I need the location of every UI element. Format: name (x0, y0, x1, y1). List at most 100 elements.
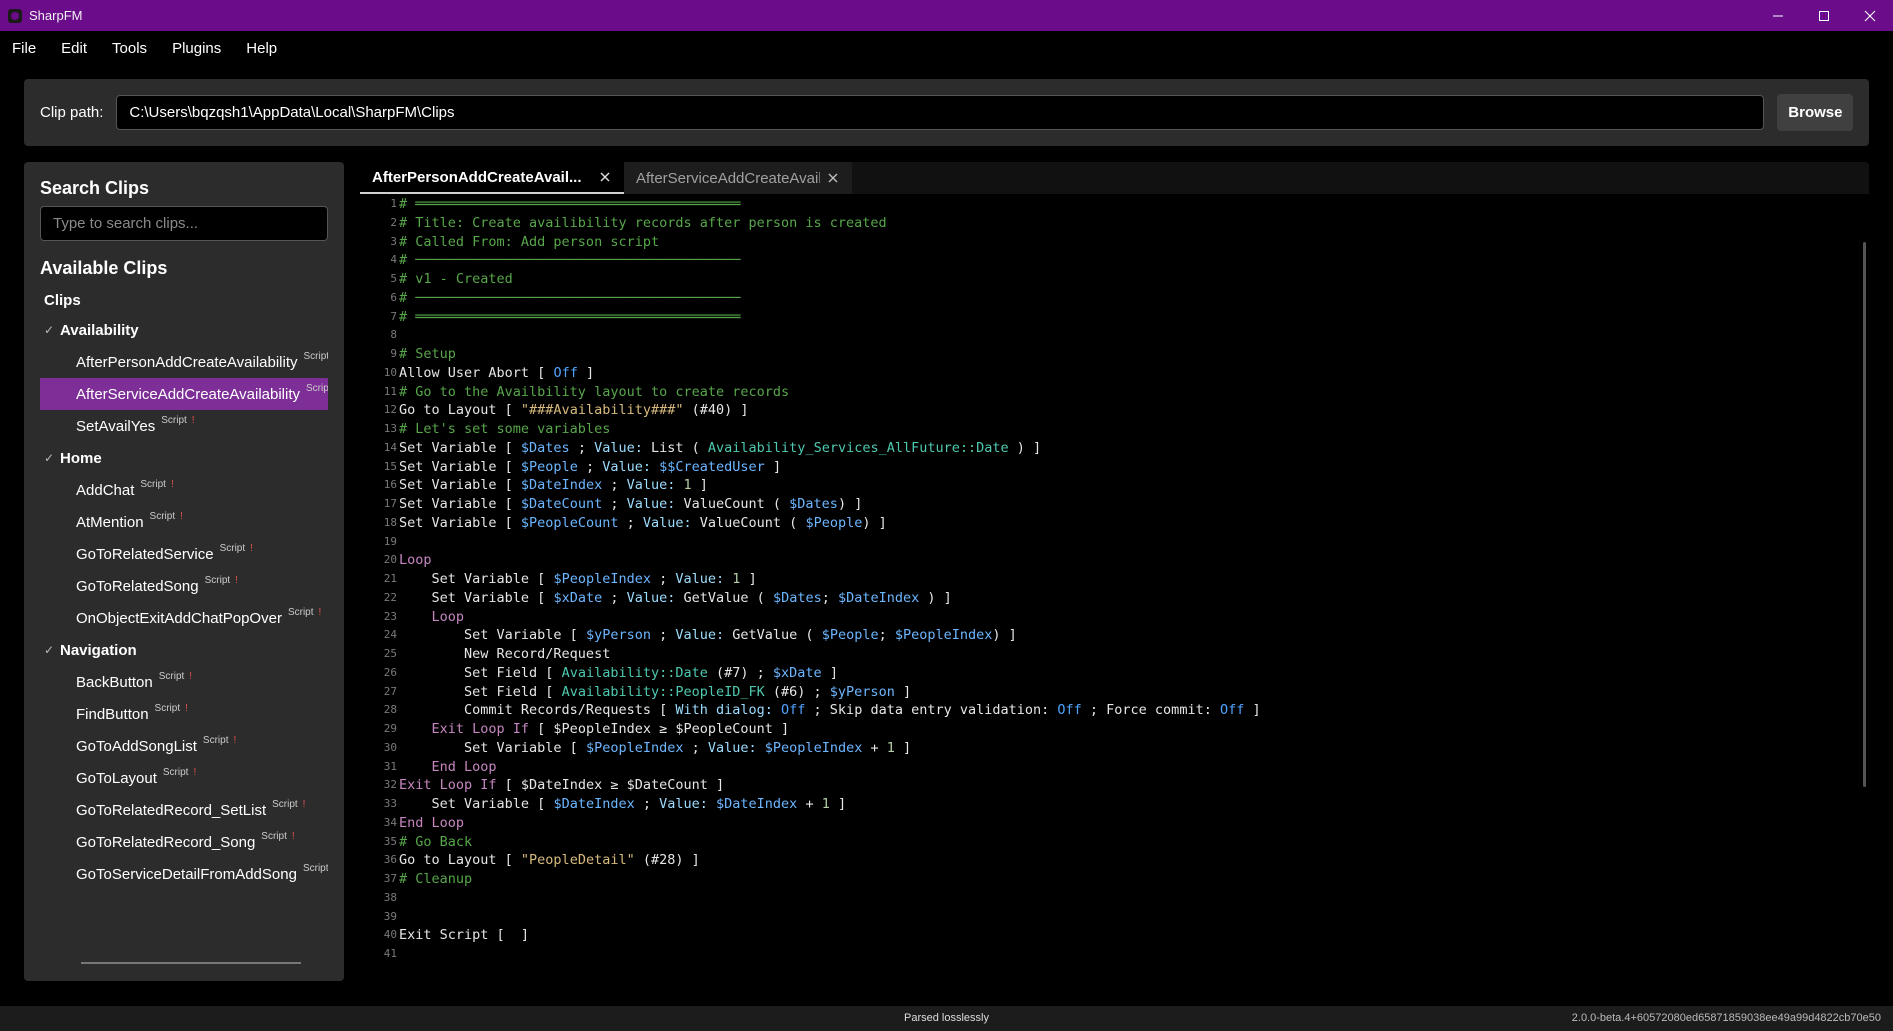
line-number: 32 (383, 778, 397, 792)
code-token: ; (602, 477, 627, 494)
code-token: Off (1057, 702, 1082, 719)
code-text: End Loop (399, 814, 464, 833)
clip-type-badge: Script (306, 382, 328, 394)
menu-plugins[interactable]: Plugins (172, 40, 221, 57)
tree-item[interactable]: BackButton Script! (40, 666, 328, 698)
browse-button[interactable]: Browse (1777, 94, 1854, 131)
code-token: ] (894, 739, 912, 756)
code-line: 2 # Title: Create availibility records af… (360, 214, 1261, 233)
menu-help[interactable]: Help (246, 40, 277, 57)
search-clips-input[interactable] (40, 206, 328, 241)
code-token: $DateIndex (520, 477, 603, 494)
code-token: ; (878, 627, 895, 644)
clip-path-input[interactable] (116, 95, 1765, 130)
code-line: 17 Set Variable [ $DateCount ; Value: Val… (360, 495, 1261, 514)
line-number: 41 (383, 947, 397, 960)
code-text: Go to Layout [ "PeopleDetail" (#28) ] (399, 851, 700, 870)
code-line: 18 Set Variable [ $PeopleCount ; Value: V… (360, 514, 1261, 533)
tree-item[interactable]: GoToRelatedRecord_SetList Script! (40, 794, 328, 826)
tree-item[interactable]: GoToAddSongList Script! (40, 730, 328, 762)
code-text: # Go to the Availbility layout to create… (399, 383, 789, 402)
line-number: 39 (383, 909, 397, 923)
code-token: Set Variable [ (399, 571, 554, 587)
tree-item[interactable]: GoToRelatedService Script! (40, 538, 328, 570)
close-tab-icon[interactable] (826, 171, 840, 185)
tree-item[interactable]: GoToRelatedSong Script! (40, 570, 328, 602)
code-token: ; (650, 571, 676, 587)
editor-vertical-scrollbar[interactable] (1863, 242, 1866, 787)
minimize-button[interactable] (1755, 0, 1801, 31)
code-token: Loop (399, 608, 465, 625)
code-line: 26 Set Field [ Availability::Date (#7) ;… (360, 664, 1261, 683)
code-token: # Go Back (399, 833, 473, 850)
line-number: 29 (383, 722, 397, 735)
code-text: Set Variable [ $yPerson ; Value: GetValu… (399, 626, 1017, 645)
code-token: Exit Loop If (399, 721, 530, 737)
line-number: 36 (383, 853, 397, 867)
tree-item-label: OnObjectExitAddChatPopOver (76, 609, 282, 627)
tree-item[interactable]: GoToRelatedRecord_Song Script! (40, 826, 328, 858)
code-token: $DateIndex (716, 796, 798, 812)
code-line: 1 # ═════════════════════════════════════… (360, 195, 1261, 214)
tree-item[interactable]: AddChat Script! (40, 474, 328, 506)
chevron-down-icon[interactable]: ✓ (44, 323, 60, 337)
code-token: ; (683, 739, 708, 756)
clip-type-badge: Script (140, 478, 166, 490)
code-text: # ──────────────────────────────────────… (399, 289, 740, 308)
code-token: Value: (626, 477, 676, 494)
tree-item-label: FindButton (76, 705, 149, 723)
close-window-button[interactable] (1847, 0, 1893, 31)
close-tab-icon[interactable] (598, 170, 612, 184)
code-area[interactable]: 1 # ═════════════════════════════════════… (360, 194, 1869, 981)
tree-item[interactable]: AfterPersonAddCreateAvailability Script (40, 346, 328, 378)
menu-edit[interactable]: Edit (61, 40, 87, 57)
warning-icon: ! (180, 510, 183, 522)
menu-file[interactable]: File (12, 40, 36, 57)
chevron-down-icon[interactable]: ✓ (44, 451, 60, 465)
tree-folder[interactable]: ✓ Availability (40, 314, 328, 346)
clip-type-badge: Script (204, 574, 231, 586)
menu-tools[interactable]: Tools (112, 40, 147, 57)
code-line: 14 Set Variable [ $Dates ; Value: List ( … (360, 439, 1261, 458)
clips-tree: ✓ Availability AfterPersonAddCreateAvailab… (40, 314, 328, 890)
code-token: # Called From: Add person script (399, 233, 660, 250)
tree-item[interactable]: OnObjectExitAddChatPopOver Script! (40, 602, 328, 634)
tree-folder[interactable]: ✓ Home (40, 442, 328, 474)
code-token: $yPerson (585, 627, 651, 644)
tree-root-clips[interactable]: Clips (44, 292, 81, 309)
sidebar-horizontal-scrollbar[interactable] (81, 962, 301, 964)
window-title: SharpFM (29, 8, 83, 23)
tab-after-person[interactable]: AfterPersonAddCreateAvail... (360, 162, 624, 194)
code-line: 25 New Record/Request (360, 645, 1261, 664)
code-text: Exit Loop If [ $PeopleIndex ≥ $PeopleCou… (399, 720, 790, 739)
tree-item[interactable]: GoToServiceDetailFromAddSong Script (40, 858, 328, 890)
tree-item[interactable]: GoToLayout Script! (40, 762, 328, 794)
line-number: 7 (390, 309, 397, 323)
chevron-down-icon[interactable]: ✓ (44, 643, 60, 657)
code-text: Exit Script [ ] (399, 926, 529, 945)
code-text: # ──────────────────────────────────────… (399, 251, 740, 270)
tree-folder-label: Availability (60, 321, 139, 339)
warning-icon: ! (291, 830, 295, 842)
code-token: "###Availability###" (520, 402, 684, 419)
code-token: # ──────────────────────────────────────… (399, 289, 741, 306)
tree-item[interactable]: AtMention Script! (40, 506, 328, 538)
tab-after-service[interactable]: AfterServiceAddCreateAvail... (624, 162, 852, 194)
code-token: $DateIndex (837, 589, 920, 606)
tree-item[interactable]: AfterServiceAddCreateAvailability Script (40, 378, 328, 410)
code-line: 16 Set Variable [ $DateIndex ; Value: 1 ] (360, 476, 1261, 495)
code-token: Off (553, 364, 578, 381)
code-line: 3 # Called From: Add person script (360, 233, 1261, 252)
code-line: 31 End Loop (360, 758, 1261, 777)
code-token: ; (821, 589, 838, 606)
tree-item[interactable]: SetAvailYes Script! (40, 410, 328, 442)
code-token: ] (894, 683, 912, 700)
code-token: ] (1244, 702, 1261, 719)
tree-folder[interactable]: ✓ Navigation (40, 634, 328, 666)
maximize-button[interactable] (1801, 0, 1847, 31)
tree-item[interactable]: FindButton Script! (40, 698, 328, 730)
code-token: ) ] (919, 589, 952, 606)
